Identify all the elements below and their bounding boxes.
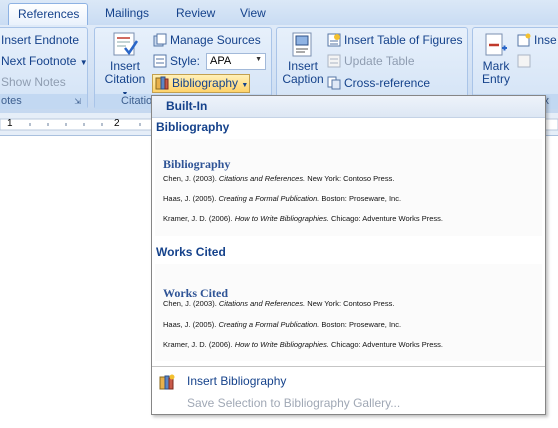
insert-caption-label-2: Caption — [282, 72, 324, 86]
bibliography-entry: Chen, J. (2003). Citations and Reference… — [163, 174, 395, 183]
cross-reference-label: Cross-reference — [344, 76, 431, 90]
insert-index-icon — [517, 33, 531, 47]
chevron-down-icon: ▼ — [255, 56, 262, 63]
mark-entry-icon — [483, 32, 509, 58]
insert-caption-icon — [291, 32, 315, 58]
manage-sources-button[interactable]: Manage Sources — [153, 31, 261, 50]
bibliography-dropdown: Built-In Bibliography Bibliography Chen,… — [151, 95, 546, 415]
save-selection-label: Save Selection to Bibliography Gallery..… — [187, 396, 401, 410]
insert-bibliography-icon — [159, 374, 175, 390]
bibliography-button[interactable]: Bibliography ▼ — [152, 74, 250, 93]
insert-bibliography-label: Insert Bibliography — [187, 374, 287, 388]
next-footnote-button[interactable]: Next Footnote ▼ — [1, 52, 88, 71]
next-footnote-label: Next Footnote — [1, 54, 77, 68]
ruler-mark-2: 2 — [114, 118, 120, 129]
built-in-label: Built-In — [166, 99, 208, 113]
cross-reference-icon — [327, 76, 341, 90]
gallery-item-bibliography[interactable]: Bibliography Chen, J. (2003). Citations … — [155, 139, 542, 236]
update-index-icon[interactable] — [517, 54, 531, 68]
insert-index-button[interactable]: Inse — [517, 31, 557, 50]
works-cited-entry: Haas, J. (2005). Creating a Formal Publi… — [163, 320, 402, 329]
cross-reference-button[interactable]: Cross-reference — [327, 74, 430, 93]
update-table-button[interactable]: Update Table — [327, 52, 415, 71]
works-cited-entry: Kramer, J. D. (2006). How to Write Bibli… — [163, 340, 444, 349]
built-in-section-header: Built-In — [152, 96, 545, 118]
bibliography-label: Bibliography — [172, 76, 239, 90]
gallery-works-cited-name: Works Cited — [156, 245, 226, 259]
insert-citation-button[interactable]: Insert Citation ▼ — [101, 32, 149, 101]
insert-index-label: Inse — [534, 33, 557, 47]
style-value: APA — [210, 55, 232, 67]
chevron-down-icon: ▼ — [79, 58, 88, 67]
mark-entry-button[interactable]: Mark Entry — [475, 32, 517, 86]
gallery-bibliography-title: Bibliography — [163, 157, 231, 171]
gallery-bibliography-name: Bibliography — [156, 120, 230, 134]
style-label: Style: — [170, 54, 201, 68]
bibliography-icon — [155, 76, 169, 90]
insert-caption-button[interactable]: Insert Caption — [281, 32, 325, 86]
tab-mailings[interactable]: Mailings — [96, 3, 160, 25]
mark-entry-label-2: Entry — [481, 72, 510, 86]
tab-references[interactable]: References — [8, 3, 88, 26]
gallery-item-works-cited[interactable]: Works Cited Chen, J. (2003). Citations a… — [155, 264, 542, 361]
insert-citation-icon — [111, 32, 139, 58]
works-cited-entry: Chen, J. (2003). Citations and Reference… — [163, 299, 395, 308]
footnotes-group-label-text: otes — [1, 95, 22, 107]
dialog-launcher-icon[interactable]: ⇲ — [74, 94, 81, 109]
update-table-icon — [327, 54, 341, 68]
show-notes-button[interactable]: Show Notes — [1, 73, 66, 92]
insert-table-of-figures-button[interactable]: Insert Table of Figures — [327, 31, 463, 50]
style-dropdown[interactable]: APA ▼ — [206, 53, 266, 70]
table-of-figures-icon — [327, 33, 341, 47]
bibliography-entry: Kramer, J. D. (2006). How to Write Bibli… — [163, 214, 444, 223]
insert-table-of-figures-label: Insert Table of Figures — [344, 33, 463, 47]
menu-divider — [152, 366, 545, 367]
tab-view[interactable]: View — [231, 3, 275, 25]
style-row: Style: — [153, 52, 200, 71]
manage-sources-icon — [153, 33, 167, 47]
tab-review[interactable]: Review — [167, 3, 223, 25]
footnotes-group-label: otes ⇲ — [0, 94, 87, 109]
chevron-down-icon: ▼ — [241, 82, 249, 89]
footnotes-group: Insert Endnote Next Footnote ▼ Show Note… — [0, 27, 88, 109]
save-selection-menu-item[interactable]: Save Selection to Bibliography Gallery..… — [153, 393, 544, 413]
insert-bibliography-menu-item[interactable]: Insert Bibliography — [153, 371, 544, 391]
insert-endnote-button[interactable]: Insert Endnote — [1, 31, 79, 50]
ruler-mark-1: 1 — [7, 118, 13, 129]
style-icon — [153, 54, 167, 68]
ribbon-tab-bar: References Mailings Review View — [0, 0, 558, 26]
manage-sources-label: Manage Sources — [170, 33, 261, 47]
update-table-label: Update Table — [344, 54, 415, 68]
bibliography-entry: Haas, J. (2005). Creating a Formal Publi… — [163, 194, 402, 203]
